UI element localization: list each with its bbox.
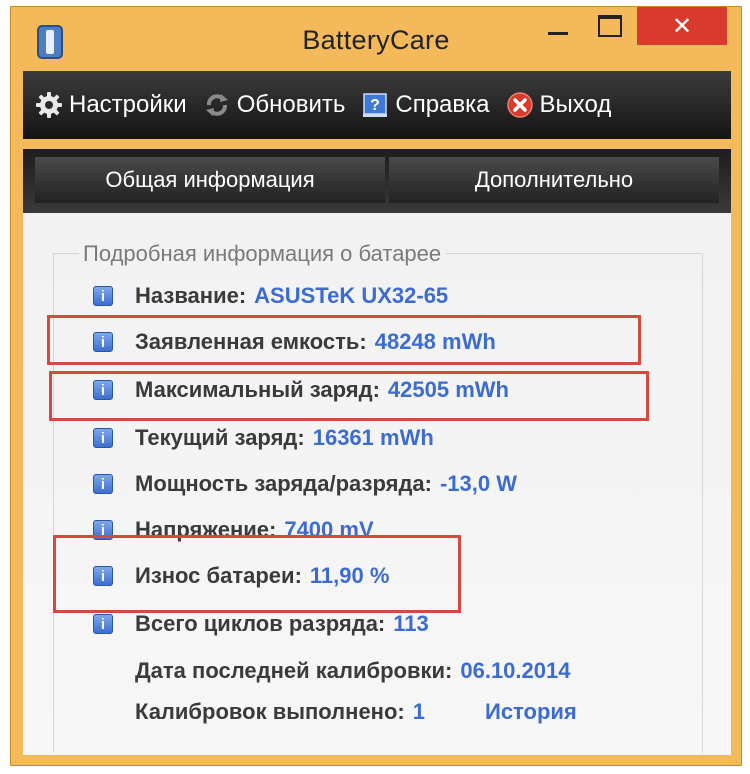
detail-row-discharge-cycles: i Всего циклов разряда: 113 [93,609,429,639]
highlight-box-max-charge [49,371,649,421]
detail-row-power: i Мощность заряда/разряда: -13,0 W [93,469,517,499]
maximize-button[interactable] [585,7,635,45]
info-icon: i [93,428,113,448]
detail-value: 16361 mWh [312,425,434,450]
settings-label: Настройки [69,91,187,118]
close-icon: ✕ [671,12,693,40]
detail-row-calibrations-done: Калибровок выполнено: 1 История [93,697,577,727]
detail-row-name: i Название: ASUSTeK UX32-65 [93,281,448,311]
exit-icon [504,89,536,121]
refresh-button[interactable]: Обновить [201,89,346,121]
exit-button[interactable]: Выход [504,89,612,121]
gear-icon [33,89,65,121]
group-title: Подробная информация о батарее [79,241,446,267]
info-icon: i [93,286,113,306]
minimize-button[interactable] [533,7,583,45]
title-bar[interactable]: BatteryCare ✕ [11,7,741,71]
detail-label: Всего циклов разряда: [135,611,386,636]
help-label: Справка [395,91,490,118]
detail-label: Мощность заряда/разряда: [135,471,432,496]
detail-row-current-charge: i Текущий заряд: 16361 mWh [93,423,434,453]
refresh-label: Обновить [236,91,346,118]
toolbar: Настройки Обновить ? Справка Выход [23,71,731,139]
help-icon: ? [359,89,391,121]
detail-value: 113 [393,611,429,636]
detail-value: -13,0 W [439,471,518,496]
batterycare-window: BatteryCare ✕ Настройки Обновить ? Справ… [10,6,742,766]
detail-label: Название: [135,283,247,308]
detail-row-last-calibration: Дата последней калибровки: 06.10.2014 [93,656,570,686]
detail-label: Дата последней калибровки: [135,658,453,683]
battery-details-panel: Подробная информация о батарее i Названи… [23,213,731,755]
detail-value: 06.10.2014 [460,658,571,683]
highlight-box-wear-level [53,535,461,613]
close-button[interactable]: ✕ [637,7,727,45]
info-icon: i [93,614,113,634]
highlight-box-design-capacity [47,315,641,365]
detail-label: Текущий заряд: [135,425,305,450]
detail-value: 1 [412,699,425,724]
detail-value: ASUSTeK UX32-65 [254,283,449,308]
info-icon: i [93,474,113,494]
settings-button[interactable]: Настройки [33,89,187,121]
tab-bar: Общая информация Дополнительно [23,149,731,213]
tab-advanced[interactable]: Дополнительно [389,157,719,203]
help-button[interactable]: ? Справка [359,89,490,121]
refresh-icon [201,89,233,121]
tab-general-info[interactable]: Общая информация [35,157,385,203]
exit-label: Выход [539,91,612,118]
history-link[interactable]: История [485,699,577,725]
svg-text:?: ? [370,97,380,114]
detail-label: Калибровок выполнено: [135,699,405,724]
